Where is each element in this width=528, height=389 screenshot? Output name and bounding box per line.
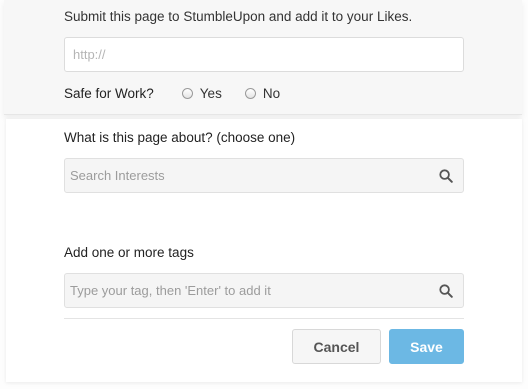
about-label: What is this page about? (choose one) xyxy=(64,130,296,145)
cancel-button[interactable]: Cancel xyxy=(292,329,381,364)
safe-yes-radio[interactable] xyxy=(181,87,193,99)
actions-divider xyxy=(64,318,464,319)
magnifier-icon[interactable] xyxy=(439,284,453,298)
safe-for-work-label: Safe for Work? xyxy=(64,85,154,101)
intro-text: Submit this page to StumbleUpon and add … xyxy=(64,9,413,24)
submit-dialog: Submit this page to StumbleUpon and add … xyxy=(0,0,528,389)
interests-search-box xyxy=(64,158,464,193)
save-button[interactable]: Save xyxy=(389,329,464,364)
safe-yes-label: Yes xyxy=(199,85,222,101)
safe-no-option[interactable]: No xyxy=(244,85,281,101)
tags-label: Add one or more tags xyxy=(64,245,194,260)
safe-for-work-row: Safe for Work? Yes No xyxy=(64,84,303,102)
safe-no-label: No xyxy=(262,85,281,101)
url-input[interactable] xyxy=(64,37,464,72)
tags-search-box xyxy=(64,273,464,308)
interests-search-input[interactable] xyxy=(65,159,425,192)
safe-yes-option[interactable]: Yes xyxy=(181,85,222,101)
magnifier-icon[interactable] xyxy=(439,169,453,183)
safe-no-radio[interactable] xyxy=(244,87,256,99)
tags-input[interactable] xyxy=(65,274,425,307)
